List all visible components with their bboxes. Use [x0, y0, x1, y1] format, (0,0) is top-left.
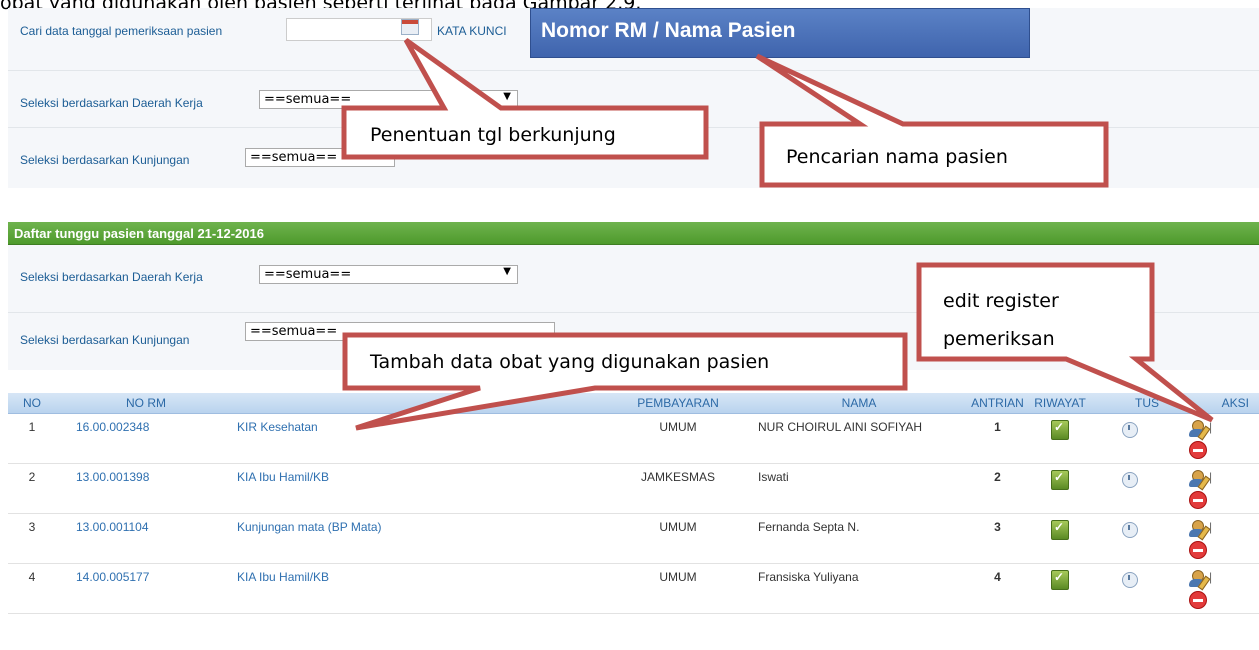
callout-shape [342, 332, 908, 431]
callout-edit-text-1: edit register [943, 290, 1059, 312]
callout-overlay [341, 37, 1214, 431]
callout-edit-text-2: pemeriksan [943, 328, 1055, 350]
callout-tambah-text: Tambah data obat yang digunakan pasien [370, 351, 770, 373]
callout-tgl-text: Penentuan tgl berkunjung [370, 124, 616, 146]
callout-nama-text: Pencarian nama pasien [786, 146, 1008, 168]
